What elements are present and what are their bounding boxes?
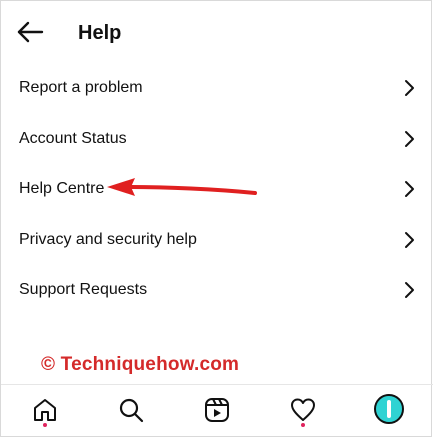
- menu-item-account-status[interactable]: Account Status: [1, 114, 433, 165]
- menu-item-label: Report a problem: [19, 79, 143, 96]
- bottom-tab-bar: [1, 384, 433, 438]
- home-icon: [34, 399, 56, 421]
- menu-item-support-requests[interactable]: Support Requests: [1, 265, 433, 316]
- menu-item-label: Account Status: [19, 129, 127, 147]
- notification-dot: [43, 423, 47, 427]
- chevron-right-icon: [405, 181, 414, 197]
- menu-item-privacy-security-help[interactable]: Privacy and security help: [1, 215, 433, 266]
- tab-activity[interactable]: [273, 385, 333, 437]
- tab-search[interactable]: [101, 385, 161, 437]
- tab-home[interactable]: [15, 385, 75, 437]
- chevron-right-icon: [405, 130, 414, 147]
- help-screen: Help Report a problem Account Status Hel…: [0, 0, 433, 438]
- search-icon: [119, 398, 144, 423]
- tab-reels[interactable]: [187, 385, 247, 437]
- profile-avatar: [374, 394, 404, 424]
- menu-item-label: Help Centre: [19, 180, 105, 197]
- page-title: Help: [78, 22, 122, 44]
- back-arrow-icon: [17, 21, 44, 43]
- chevron-right-icon: [405, 231, 414, 248]
- tab-profile[interactable]: [359, 385, 419, 437]
- header: Help: [1, 1, 433, 63]
- avatar-glyph: [387, 400, 391, 418]
- reels-icon: [205, 398, 229, 422]
- menu-item-report-problem[interactable]: Report a problem: [1, 63, 433, 114]
- heart-icon: [291, 398, 315, 421]
- chevron-right-icon: [405, 80, 414, 96]
- menu-item-label: Privacy and security help: [19, 230, 197, 248]
- notification-dot: [301, 423, 305, 427]
- annotation-arrow: [107, 178, 257, 196]
- back-button[interactable]: [15, 19, 47, 47]
- chevron-right-icon: [405, 282, 414, 298]
- menu-item-label: Support Requests: [19, 281, 148, 298]
- watermark: © Techniquehow.com: [41, 354, 240, 375]
